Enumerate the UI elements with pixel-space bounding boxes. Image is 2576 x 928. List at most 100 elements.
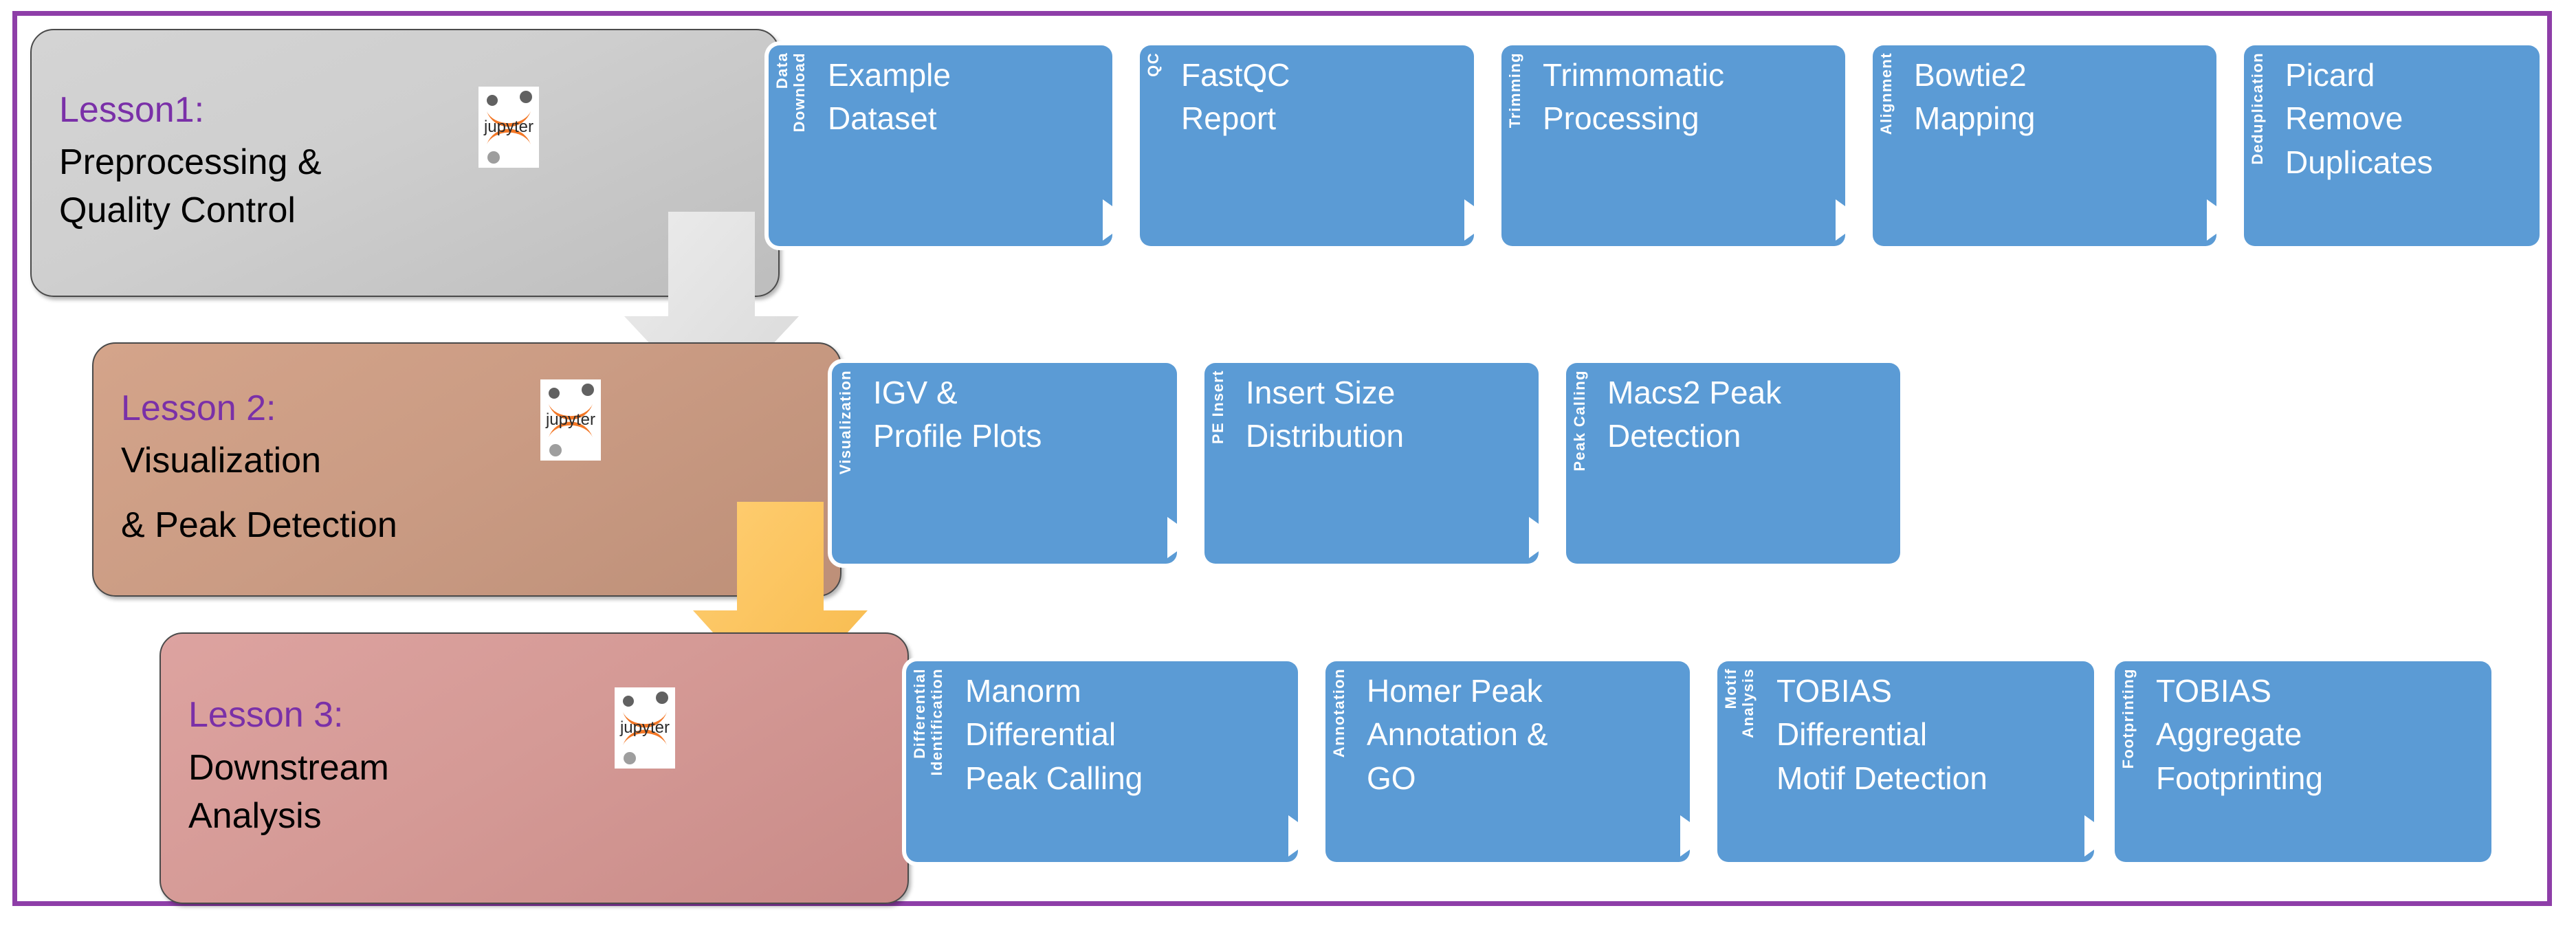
step-bowtie2-mapping[interactable]: Alignment Bowtie2 Mapping xyxy=(1873,45,2216,246)
step-tab-label: Visualization xyxy=(837,370,854,475)
step-tab-label: Motif xyxy=(1722,668,1739,709)
step-tab-differential-identification: Differential Identification xyxy=(911,668,946,855)
step-tab-label: Download xyxy=(791,52,808,133)
lesson-3-card: Lesson 3: Downstream Analysis jupyter xyxy=(159,632,909,904)
lesson-3-subtitle-line-1: Downstream xyxy=(188,747,389,788)
step-tab-label: Data xyxy=(773,52,791,89)
svg-text:jupyter: jupyter xyxy=(483,118,533,136)
step-macs2-peak-detection[interactable]: Peak Calling Macs2 Peak Detection xyxy=(1566,363,1900,564)
step-line: TOBIAS xyxy=(1776,673,1892,709)
flow-chevron-icon xyxy=(1167,517,1196,558)
step-line: Trimmomatic xyxy=(1543,57,1725,93)
step-line: Differential xyxy=(965,716,1116,753)
step-tobias-differential-motif-detection[interactable]: Motif Analysis TOBIAS Differential Motif… xyxy=(1717,661,2094,862)
flow-chevron-icon xyxy=(2207,199,2236,241)
step-label-insert-size-distribution: Insert Size Distribution xyxy=(1246,371,1529,459)
step-line: Processing xyxy=(1543,100,1699,137)
step-tab-motif-analysis: Motif Analysis xyxy=(1722,668,1757,855)
diagram-canvas: Lesson1: Preprocessing & Quality Control… xyxy=(0,0,2576,928)
step-line: Example xyxy=(828,57,951,93)
lesson-3-content: Lesson 3: Downstream Analysis xyxy=(161,634,907,903)
step-picard-remove-duplicates[interactable]: Deduplication Picard Remove Duplicates xyxy=(2244,45,2540,246)
lesson-2-subtitle-line-1: Visualization xyxy=(121,441,322,481)
step-tab-label: Alignment xyxy=(1878,52,1895,135)
step-tab-label: PE Insert xyxy=(1209,370,1226,444)
step-line: Differential xyxy=(1776,716,1928,753)
step-label-homer-peak-annotation-go: Homer Peak Annotation & GO xyxy=(1367,670,1680,800)
flow-chevron-icon xyxy=(1464,199,1493,241)
step-label-example-dataset: Example Dataset xyxy=(828,54,1103,141)
step-line: Distribution xyxy=(1246,418,1405,454)
step-tab-footprinting: Footprinting xyxy=(2120,668,2137,855)
lesson-2-title: Lesson 2: xyxy=(121,388,276,428)
step-tab-data-download: Data Download xyxy=(773,52,808,239)
flow-chevron-icon xyxy=(1836,199,1864,241)
step-tab-annotation: Annotation xyxy=(1330,668,1348,855)
step-line: FastQC xyxy=(1181,57,1290,93)
step-line: Footprinting xyxy=(2156,760,2323,796)
step-label-macs2-peak-detection: Macs2 Peak Detection xyxy=(1607,371,1891,459)
step-line: IGV & xyxy=(873,375,958,410)
step-trimmomatic-processing[interactable]: Trimming Trimmomatic Processing xyxy=(1501,45,1845,246)
step-homer-peak-annotation-go[interactable]: Annotation Homer Peak Annotation & GO xyxy=(1325,661,1690,862)
lesson-3-subtitle: Downstream Analysis xyxy=(188,744,880,840)
step-tab-label: Trimming xyxy=(1506,52,1523,129)
svg-text:jupyter: jupyter xyxy=(619,718,670,737)
step-tab-label: Differential xyxy=(911,668,928,759)
step-line: Dataset xyxy=(828,100,937,137)
step-line: Annotation & xyxy=(1367,716,1548,753)
step-fastqc-report[interactable]: QC FastQC Report xyxy=(1140,45,1474,246)
step-line: Duplicates xyxy=(2285,144,2433,180)
lesson-3-title: Lesson 3: xyxy=(188,695,344,736)
step-label-tobias-differential-motif-detection: TOBIAS Differential Motif Detection xyxy=(1776,670,2084,800)
step-tab-peak-calling: Peak Calling xyxy=(1571,370,1589,557)
jupyter-logo-icon: jupyter xyxy=(615,687,675,769)
step-label-manorm-differential-peak-calling: Manorm Differential Peak Calling xyxy=(965,670,1288,800)
step-tab-deduplication: Deduplication xyxy=(2249,52,2267,239)
step-label-bowtie2-mapping: Bowtie2 Mapping xyxy=(1914,54,2207,141)
step-line: Aggregate xyxy=(2156,716,2302,753)
step-line: Picard xyxy=(2285,57,2375,93)
flow-chevron-icon xyxy=(2084,815,2113,857)
step-tobias-aggregate-footprinting[interactable]: Footprinting TOBIAS Aggregate Footprinti… xyxy=(2115,661,2491,862)
lesson-1-subtitle-line-1: Preprocessing & xyxy=(59,142,322,183)
step-igv-profile-plots[interactable]: Visualization IGV & Profile Plots xyxy=(832,363,1177,564)
step-tab-label: Analysis xyxy=(1739,668,1757,738)
step-tab-label: Identification xyxy=(928,668,946,776)
flow-chevron-icon xyxy=(1680,815,1709,857)
step-tab-label: Annotation xyxy=(1330,668,1347,758)
step-line: Homer Peak xyxy=(1367,673,1543,709)
step-line: Manorm xyxy=(965,673,1081,709)
step-line: Motif Detection xyxy=(1776,760,1988,796)
lesson-3-subtitle-line-2: Analysis xyxy=(188,795,322,836)
step-line: Remove xyxy=(2285,100,2403,137)
flow-chevron-icon xyxy=(1529,517,1558,558)
step-line: Report xyxy=(1181,100,1277,137)
step-label-igv-profile-plots: IGV & Profile Plots xyxy=(873,371,1167,459)
step-tab-label: Peak Calling xyxy=(1571,370,1588,472)
step-example-dataset[interactable]: Data Download Example Dataset xyxy=(769,45,1112,246)
step-line: Bowtie2 xyxy=(1914,57,2027,93)
flow-chevron-icon xyxy=(1288,815,1317,857)
flow-chevron-icon xyxy=(1103,199,1132,241)
step-label-tobias-aggregate-footprinting: TOBIAS Aggregate Footprinting xyxy=(2156,670,2482,800)
step-tab-label: QC xyxy=(1145,52,1162,77)
step-line: Detection xyxy=(1607,418,1741,454)
step-line: TOBIAS xyxy=(2156,673,2271,709)
step-tab-qc: QC xyxy=(1145,52,1163,239)
step-tab-trimming: Trimming xyxy=(1506,52,1524,239)
step-line: Peak Calling xyxy=(965,760,1143,796)
step-label-trimmomatic-processing: Trimmomatic Processing xyxy=(1543,54,1836,141)
step-line: GO xyxy=(1367,760,1416,796)
step-line: Mapping xyxy=(1914,100,2036,137)
step-tab-pe-insert: PE Insert xyxy=(1209,370,1227,557)
step-tab-visualization: Visualization xyxy=(837,370,855,557)
jupyter-logo-icon: jupyter xyxy=(540,379,601,461)
step-manorm-differential-peak-calling[interactable]: Differential Identification Manorm Diffe… xyxy=(906,661,1298,862)
lesson-1-title: Lesson1: xyxy=(59,89,205,130)
step-insert-size-distribution[interactable]: PE Insert Insert Size Distribution xyxy=(1204,363,1539,564)
step-label-picard-remove-duplicates: Picard Remove Duplicates xyxy=(2285,54,2530,184)
step-tab-label: Deduplication xyxy=(2249,52,2266,165)
svg-text:jupyter: jupyter xyxy=(545,410,595,429)
step-line: Profile Plots xyxy=(873,418,1042,454)
